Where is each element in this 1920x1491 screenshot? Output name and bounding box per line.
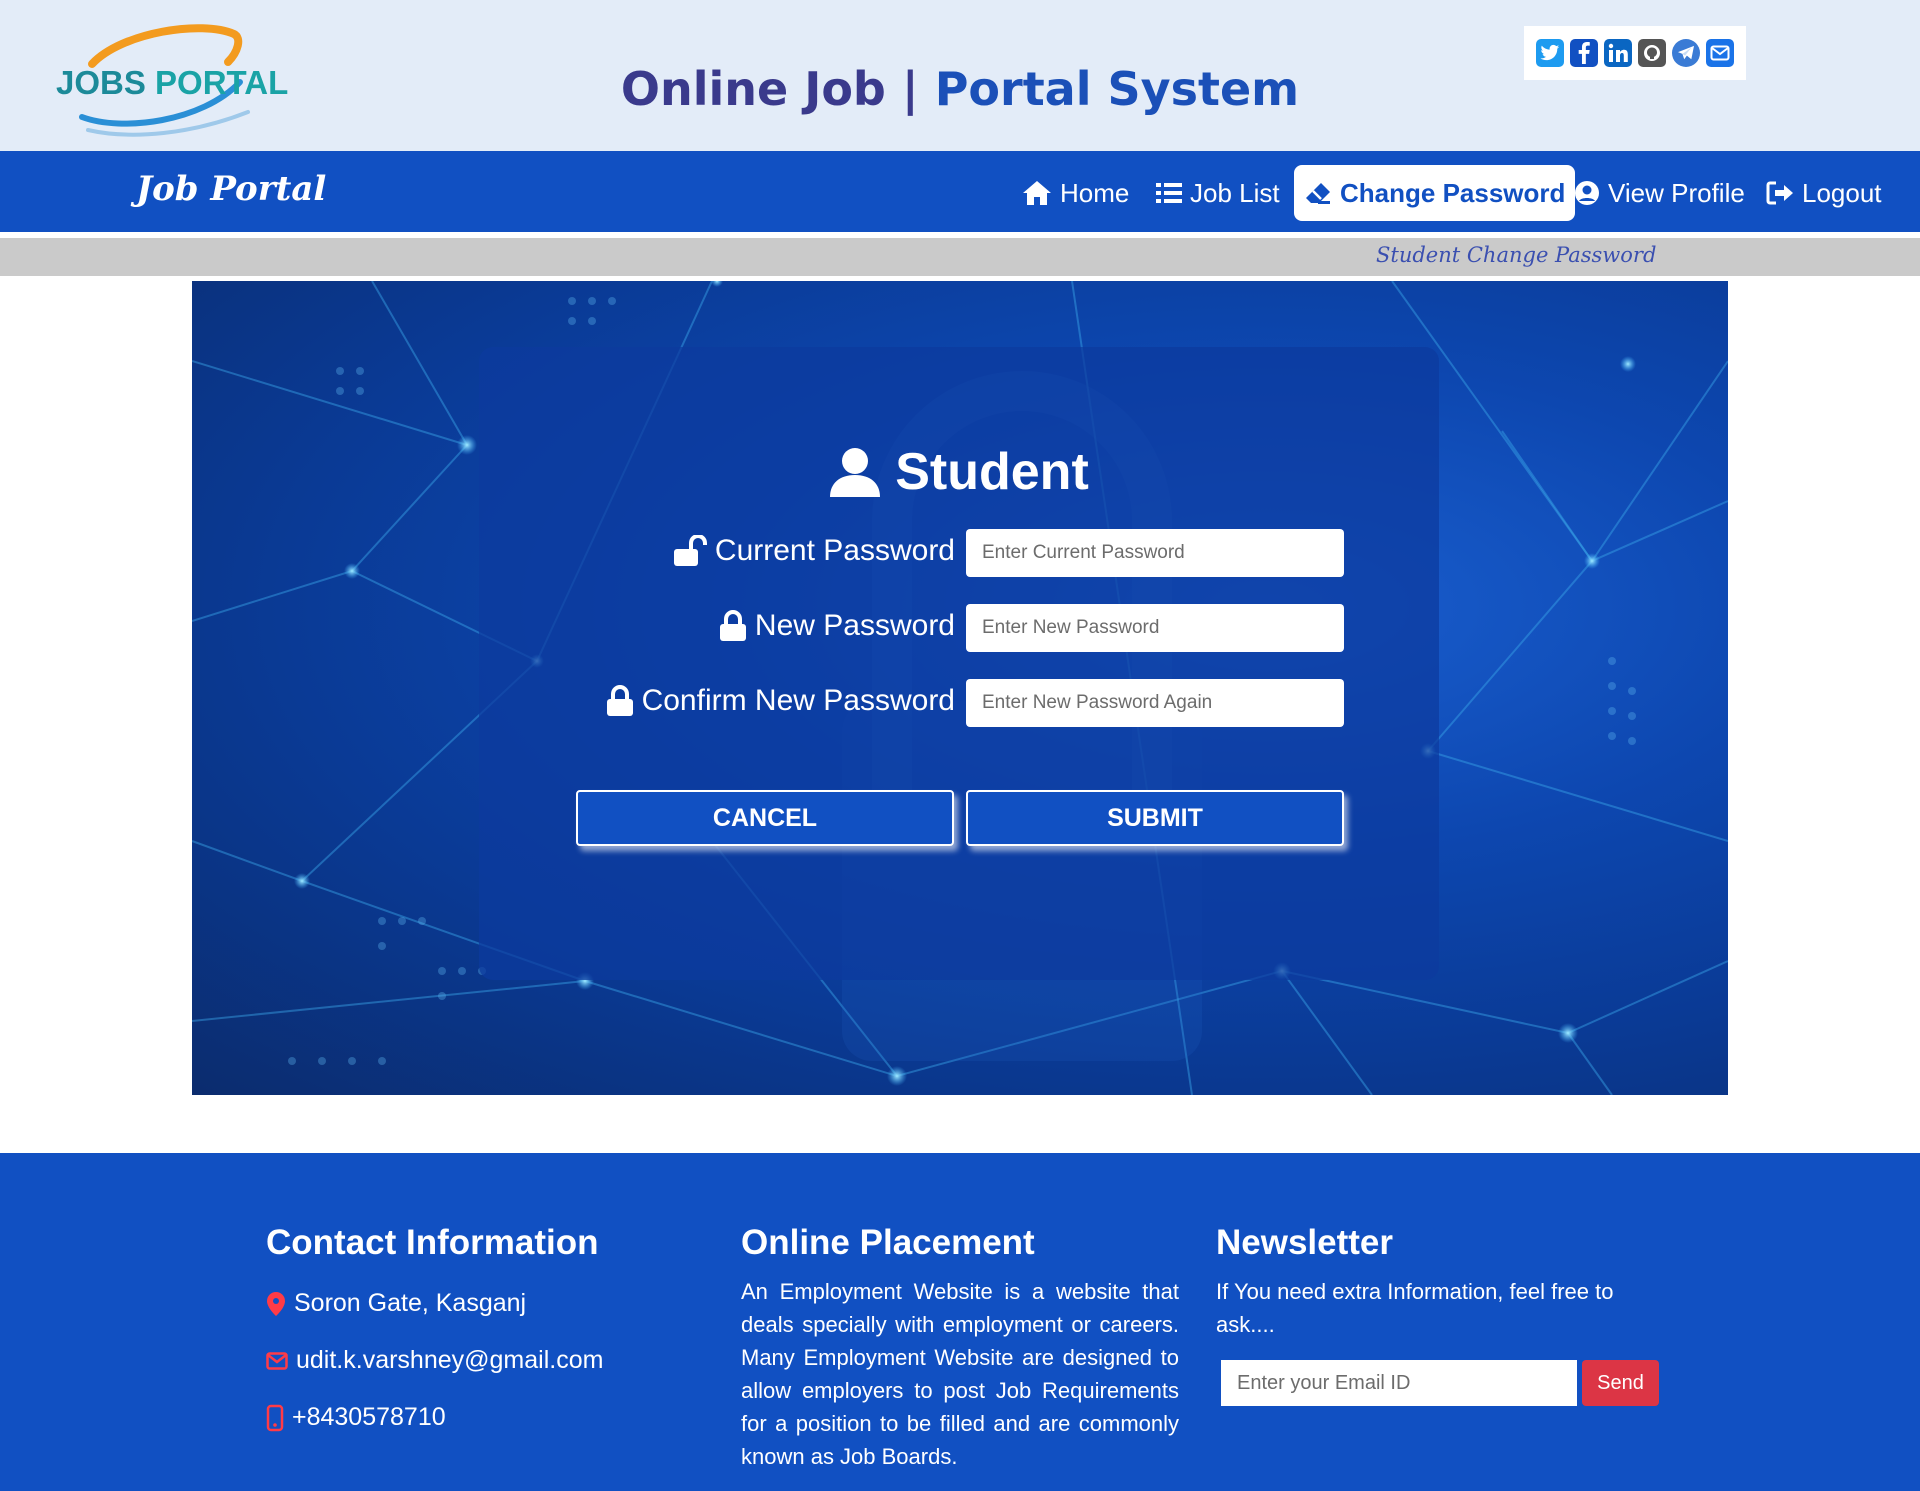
confirm-password-input[interactable] bbox=[966, 679, 1344, 727]
contact-column: Contact Information Soron Gate, Kasganj … bbox=[266, 1223, 603, 1446]
newsletter-text: If You need extra Information, feel free… bbox=[1216, 1279, 1614, 1337]
nav-item-change-password[interactable]: Change Password bbox=[1294, 165, 1576, 221]
lock-icon bbox=[719, 610, 746, 641]
current-password-label: Current Password bbox=[673, 534, 955, 568]
current-password-label-text: Current Password bbox=[714, 534, 955, 567]
contact-phone-text: +8430578710 bbox=[292, 1403, 446, 1431]
nav-item-logout[interactable]: Logout bbox=[1766, 165, 1882, 221]
email-icon[interactable] bbox=[1706, 39, 1734, 67]
submit-button[interactable]: SUBMIT bbox=[966, 790, 1344, 846]
site-header: JOBS PORTAL Online Job | Portal System bbox=[0, 0, 1920, 151]
placement-column: Online Placement An Employment Website i… bbox=[741, 1223, 1179, 1473]
site-title-part-2: Portal System bbox=[934, 62, 1300, 116]
facebook-icon[interactable] bbox=[1570, 39, 1598, 67]
home-icon bbox=[1023, 181, 1051, 205]
navbar-brand[interactable]: Job Portal bbox=[136, 169, 326, 209]
confirm-password-label-text: Confirm New Password bbox=[641, 684, 955, 717]
current-password-input[interactable] bbox=[966, 529, 1344, 577]
nav-item-view-profile[interactable]: View Profile bbox=[1574, 165, 1745, 221]
placement-text: An Employment Website is a website that … bbox=[741, 1279, 1179, 1469]
new-password-input[interactable] bbox=[966, 604, 1344, 652]
mobile-phone-icon bbox=[266, 1404, 284, 1431]
site-title-part-1: Online Job | bbox=[620, 62, 919, 116]
main-navbar: Job Portal Home Job List Change Password… bbox=[0, 151, 1920, 235]
user-circle-icon bbox=[1575, 181, 1599, 205]
change-password-hero: Student Current Password New Password Co… bbox=[192, 281, 1728, 1095]
user-icon bbox=[830, 448, 881, 497]
twitter-icon[interactable] bbox=[1536, 39, 1564, 67]
newsletter-email-input[interactable] bbox=[1221, 1360, 1577, 1406]
github-icon[interactable] bbox=[1638, 39, 1666, 67]
envelope-icon bbox=[266, 1351, 288, 1370]
contact-phone[interactable]: +8430578710 bbox=[266, 1389, 603, 1446]
nav-item-home-label: Home bbox=[1060, 177, 1130, 208]
contact-address: Soron Gate, Kasganj bbox=[266, 1275, 603, 1332]
nav-item-change-password-label: Change Password bbox=[1340, 177, 1566, 208]
new-password-label: New Password bbox=[719, 609, 955, 643]
contact-heading: Contact Information bbox=[266, 1223, 599, 1262]
linkedin-icon[interactable] bbox=[1604, 39, 1632, 67]
nav-item-job-list-label: Job List bbox=[1190, 177, 1280, 208]
eraser-icon bbox=[1306, 183, 1330, 204]
list-icon bbox=[1156, 183, 1182, 203]
contact-email-text: udit.k.varshney@gmail.com bbox=[296, 1346, 604, 1374]
breadcrumb: Student Change Password bbox=[1376, 243, 1657, 267]
nav-item-logout-label: Logout bbox=[1802, 177, 1882, 208]
nav-item-job-list[interactable]: Job List bbox=[1156, 165, 1280, 221]
cancel-button[interactable]: CANCEL bbox=[576, 790, 954, 846]
logout-icon bbox=[1766, 181, 1793, 205]
telegram-icon[interactable] bbox=[1672, 39, 1700, 67]
newsletter-heading: Newsletter bbox=[1216, 1223, 1394, 1262]
form-title: Student bbox=[479, 442, 1439, 502]
nav-item-view-profile-label: View Profile bbox=[1608, 177, 1745, 208]
newsletter-send-button[interactable]: Send bbox=[1582, 1360, 1659, 1406]
site-footer: Contact Information Soron Gate, Kasganj … bbox=[0, 1153, 1920, 1491]
map-marker-icon bbox=[267, 1291, 285, 1316]
breadcrumb-bar: Student Change Password bbox=[0, 238, 1920, 276]
unlock-icon bbox=[673, 535, 707, 566]
contact-email[interactable]: udit.k.varshney@gmail.com bbox=[266, 1332, 603, 1389]
change-password-card: Student Current Password New Password Co… bbox=[479, 347, 1439, 980]
nav-item-home[interactable]: Home bbox=[1022, 165, 1129, 221]
form-title-text: Student bbox=[895, 443, 1089, 501]
new-password-label-text: New Password bbox=[754, 609, 955, 642]
confirm-password-label: Confirm New Password bbox=[606, 684, 955, 718]
placement-heading: Online Placement bbox=[741, 1223, 1035, 1262]
contact-address-text: Soron Gate, Kasganj bbox=[294, 1289, 527, 1317]
social-links bbox=[1524, 26, 1746, 80]
newsletter-column: Newsletter If You need extra Information… bbox=[1216, 1223, 1636, 1341]
lock-icon bbox=[606, 685, 633, 716]
